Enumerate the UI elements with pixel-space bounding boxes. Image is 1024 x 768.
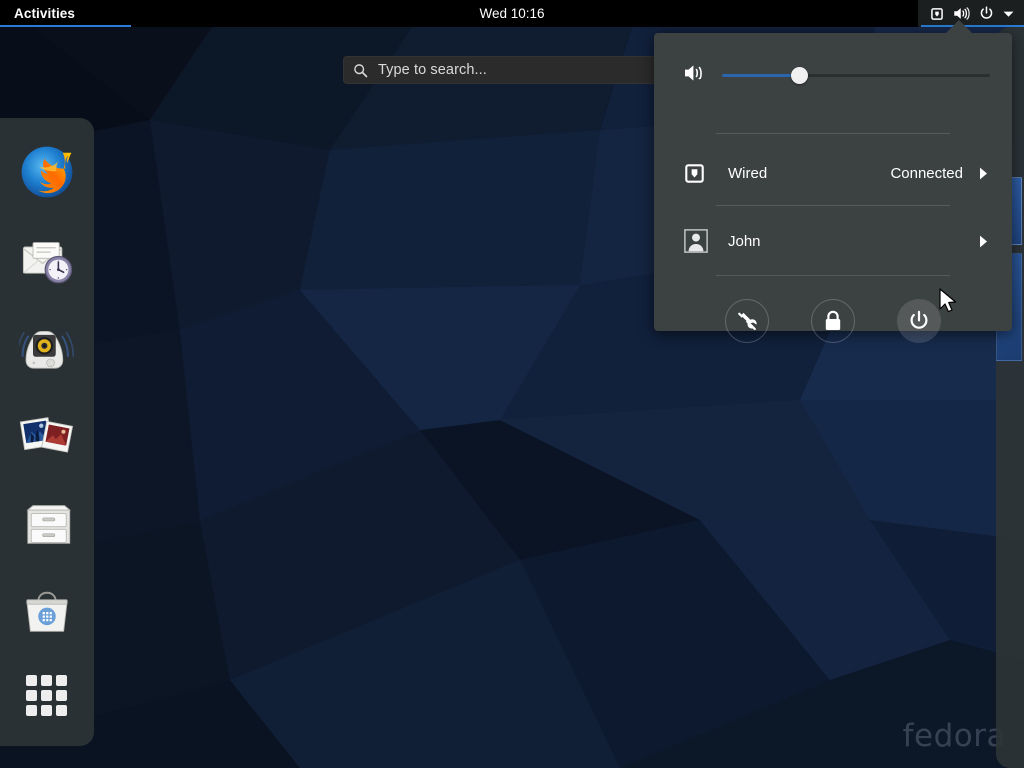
- menu-separator-1: [716, 133, 950, 134]
- dash-item-firefox[interactable]: [0, 128, 94, 216]
- chevron-right-icon: [979, 235, 988, 248]
- power-button[interactable]: [897, 299, 941, 343]
- network-label: Wired: [728, 164, 768, 182]
- activities-indicator: [0, 25, 131, 27]
- power-icon: [979, 6, 994, 21]
- system-menu-popup: Wired Connected John: [654, 33, 1012, 343]
- show-applications-button[interactable]: [0, 656, 94, 736]
- top-bar: Activities Wed 10:16: [0, 0, 1024, 27]
- dash-item-evolution[interactable]: [0, 216, 94, 304]
- photos-icon: [19, 417, 74, 453]
- network-wired-icon: [684, 163, 712, 184]
- evolution-mail-clock-icon: [22, 242, 73, 284]
- activities-label: Activities: [14, 6, 76, 21]
- rhythmbox-speaker-icon: [19, 330, 75, 369]
- settings-button[interactable]: [725, 299, 769, 343]
- volume-slider-fill: [722, 74, 800, 77]
- dash-item-rhythmbox[interactable]: [0, 304, 94, 392]
- lock-icon: [825, 310, 841, 330]
- software-bag-icon: [26, 591, 68, 632]
- chevron-down-icon: [1003, 10, 1014, 18]
- apps-grid-icon: [26, 675, 67, 716]
- network-wired-icon: [930, 7, 944, 21]
- system-menu-arrow: [945, 20, 973, 34]
- avatar-icon: [684, 229, 712, 253]
- lock-button[interactable]: [811, 299, 855, 343]
- clock-label[interactable]: Wed 10:16: [471, 6, 552, 21]
- volume-slider[interactable]: [722, 65, 990, 85]
- volume-icon: [953, 6, 970, 21]
- menu-separator-2: [716, 205, 950, 206]
- user-row[interactable]: John: [654, 214, 1012, 268]
- search-input[interactable]: Type to search...: [343, 56, 681, 84]
- files-cabinet-icon: [26, 505, 71, 544]
- user-name: John: [728, 232, 761, 250]
- chevron-right-icon: [979, 167, 988, 180]
- volume-medium-icon[interactable]: [684, 63, 706, 88]
- clock-button: Wed 10:16: [0, 0, 1024, 27]
- search-placeholder: Type to search...: [378, 62, 487, 78]
- dash-item-shotwell[interactable]: [0, 392, 94, 480]
- menu-separator-3: [716, 275, 950, 276]
- activities-button[interactable]: Activities: [0, 0, 89, 27]
- tools-icon: [737, 312, 757, 330]
- network-wired-row[interactable]: Wired Connected: [654, 146, 1012, 200]
- volume-control-row: [654, 33, 1012, 117]
- search-icon: [354, 63, 368, 77]
- power-icon: [910, 310, 928, 329]
- firefox-icon: [21, 146, 73, 198]
- dash: [0, 118, 94, 746]
- system-actions-row: [654, 289, 1012, 353]
- dash-item-software[interactable]: [0, 568, 94, 656]
- network-status: Connected: [890, 164, 963, 182]
- volume-slider-handle[interactable]: [791, 67, 809, 84]
- dash-item-files[interactable]: [0, 480, 94, 568]
- desktop-screen: fedora Type to search... Activities Wed …: [0, 0, 1024, 768]
